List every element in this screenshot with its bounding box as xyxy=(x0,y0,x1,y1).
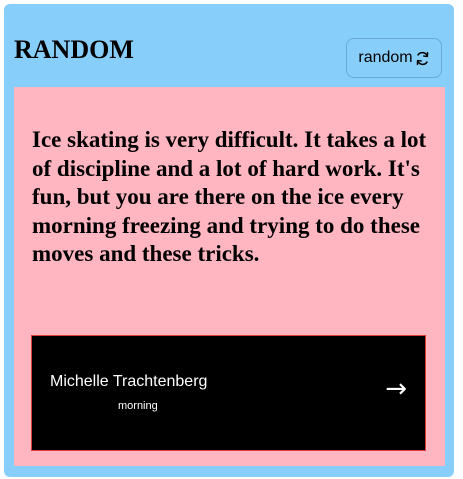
arrow-right-icon[interactable]: → xyxy=(385,374,407,404)
quote-card: RANDOM random Ice skating is very diffic… xyxy=(4,4,454,477)
author-name: Michelle Trachtenberg xyxy=(50,373,208,390)
random-button[interactable]: random xyxy=(346,38,442,78)
refresh-icon xyxy=(416,51,428,65)
author-box[interactable]: Michelle Trachtenberg morning → xyxy=(31,335,426,451)
quote-tag: morning xyxy=(118,400,158,412)
quote-text: Ice skating is very difficult. It takes … xyxy=(32,127,427,266)
random-button-label: random xyxy=(358,49,413,66)
page-title: RANDOM xyxy=(14,35,134,64)
quote-panel: Ice skating is very difficult. It takes … xyxy=(14,87,445,466)
